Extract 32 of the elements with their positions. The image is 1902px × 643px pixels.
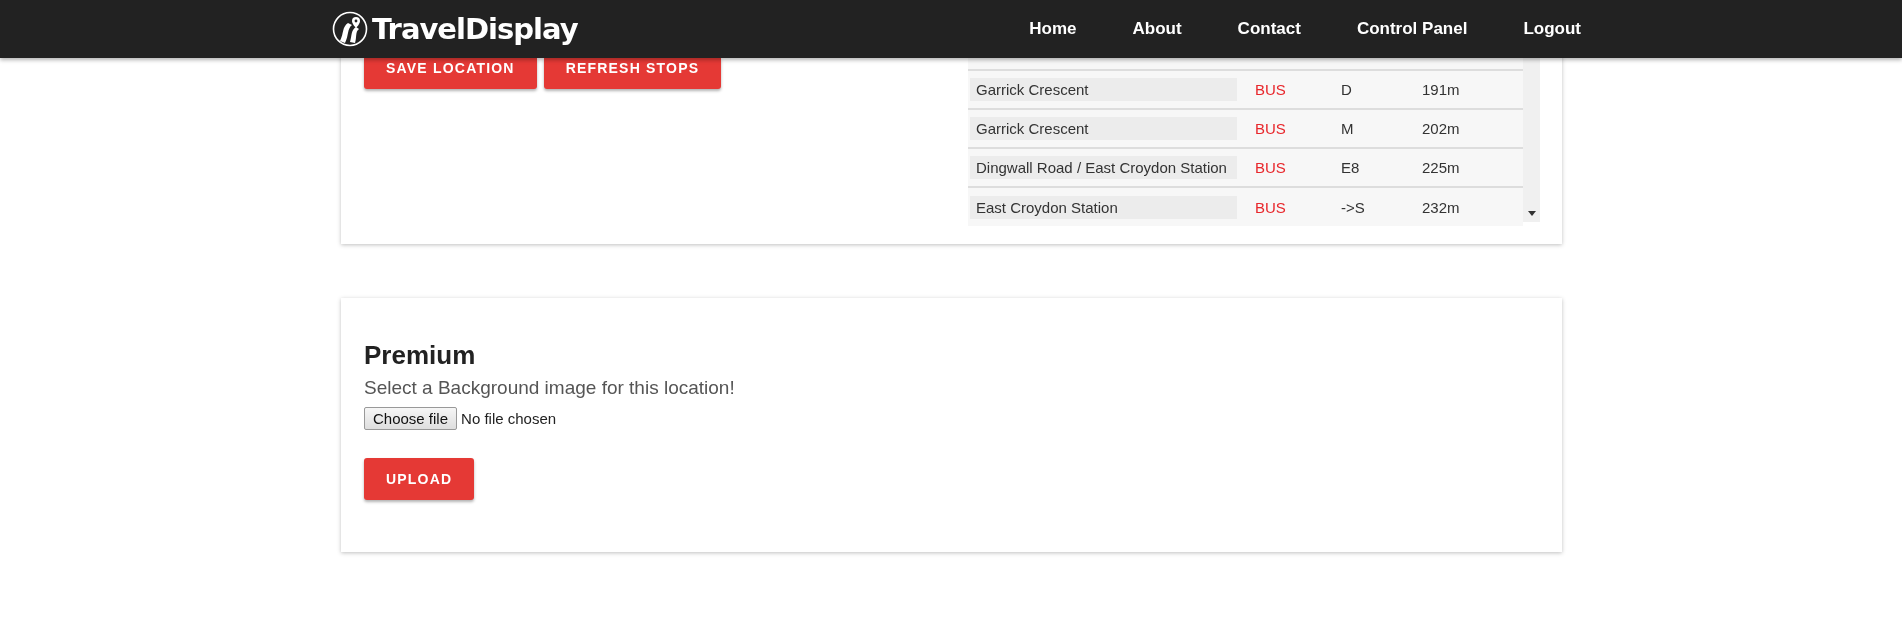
scroll-down-icon[interactable] [1527, 211, 1536, 216]
nav-link[interactable]: Control Panel [1328, 19, 1496, 39]
transport-mode: BUS [1255, 159, 1287, 176]
route-code: D [1341, 81, 1353, 98]
stop-distance: 191m [1422, 81, 1460, 98]
route-code: M [1341, 120, 1355, 137]
transport-mode: BUS [1255, 198, 1287, 216]
stop-name: East Croydon Station [970, 195, 1237, 219]
nav-link[interactable]: Home [1001, 19, 1105, 39]
action-button[interactable]: SAVE LOCATION [364, 58, 537, 89]
description-text: Select a Background image for this location! [364, 377, 736, 399]
nav-link[interactable]: About [1104, 19, 1210, 39]
stop-name: Dingwall Road / East Croydon Station [970, 156, 1237, 179]
nav-link[interactable]: Contact [1209, 19, 1329, 39]
action-button[interactable]: REFRESH STOPS [543, 58, 722, 89]
route-code: E8 [1341, 159, 1361, 176]
stop-distance: 225m [1422, 159, 1460, 176]
logo-icon [332, 11, 368, 47]
stop-name: Garrick Crescent [970, 78, 1237, 101]
transport-mode: BUS [1255, 120, 1287, 137]
brand-name: TravelDisplay [372, 12, 578, 46]
upload-button[interactable]: UPLOAD [364, 458, 475, 500]
stop-distance: 232m [1422, 198, 1460, 216]
stop-name: Garrick Crescent [970, 117, 1237, 140]
scrollbar[interactable] [1523, 58, 1540, 222]
route-code: ->S [1341, 198, 1366, 216]
nav-link[interactable]: Logout [1495, 19, 1581, 39]
choose-file-button[interactable]: Choose file [364, 407, 458, 430]
transport-mode: BUS [1255, 81, 1287, 98]
section-title: Premium [364, 340, 477, 371]
file-status-text: No file chosen [461, 410, 557, 427]
stop-distance: 202m [1422, 120, 1460, 137]
